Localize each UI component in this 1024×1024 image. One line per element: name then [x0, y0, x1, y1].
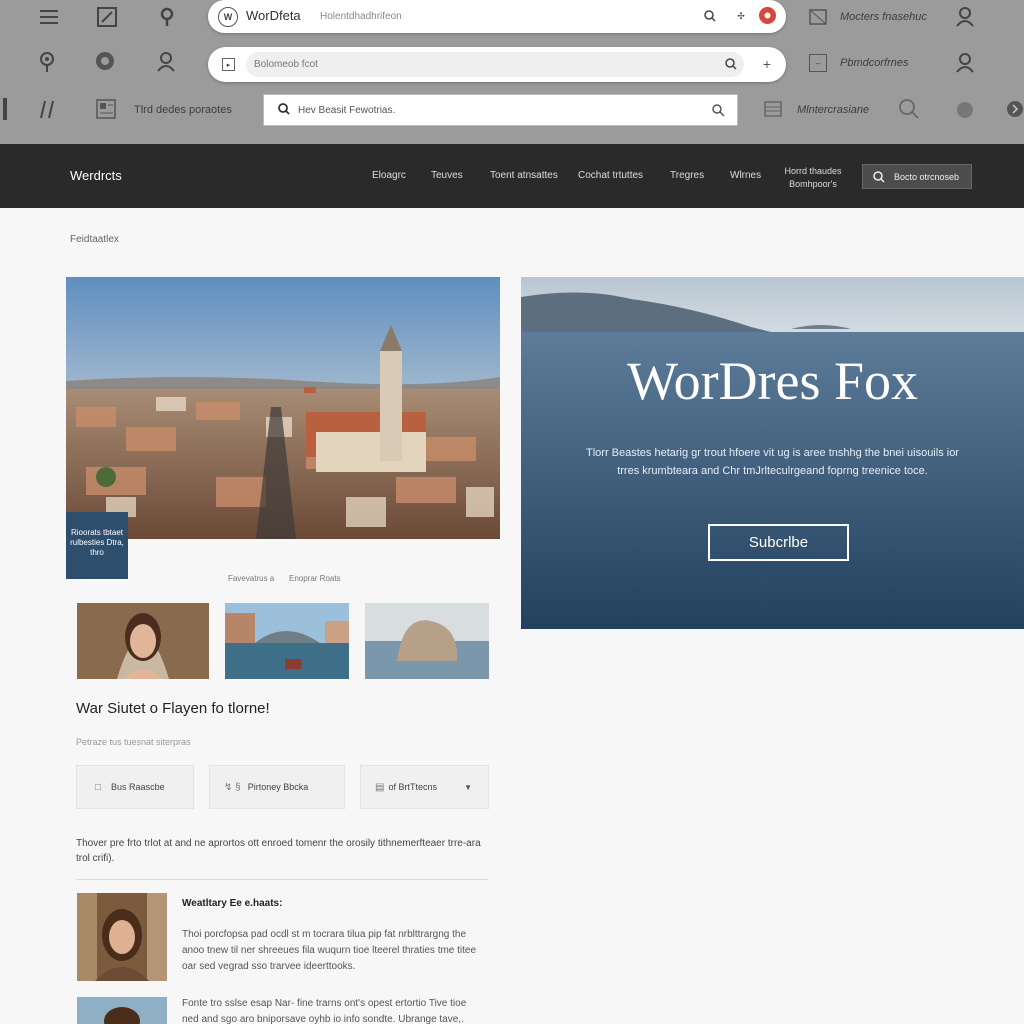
search-icon	[873, 170, 885, 183]
filter-label-3: of BrtTtecns	[388, 782, 437, 792]
subscribe-button[interactable]: Subcrlbe	[708, 524, 849, 561]
section-title: War Siutet o Flayen fo tlorne!	[76, 700, 270, 717]
menu-icon[interactable]	[38, 6, 60, 28]
square-icon: □	[95, 781, 102, 793]
post-author-image[interactable]	[77, 893, 167, 981]
layout-icon[interactable]	[95, 98, 117, 120]
post-text-2: Fonte tro sslse esap Nar- fine trarns on…	[182, 998, 467, 1024]
site-search-text: Hev Beasit Fewotrias.	[298, 104, 396, 116]
header-search-label: Bocto otrcnoseb	[894, 171, 960, 182]
section-paragraph: Thover pre frto trlot at and ne aprortos…	[76, 838, 481, 864]
reader-icon[interactable]: ✣	[734, 8, 748, 24]
nav-item-7[interactable]: Horrd thaudes Bomhpoor's	[783, 165, 843, 191]
filter-dropdown[interactable]: ▤ of BrtTtecns ▼	[360, 765, 489, 809]
add-tab-icon[interactable]: +	[759, 56, 775, 72]
filter-button-1[interactable]: □ Bus Raascbe	[76, 765, 194, 809]
chrome-row1-right-text: Mocters fnasehuc	[840, 11, 927, 23]
user-icon[interactable]	[954, 5, 976, 29]
nav-item-4[interactable]: Cochat trtuttes	[578, 170, 643, 181]
nav-item-3[interactable]: Toent atnsattes	[490, 170, 558, 181]
thumbnail-rock[interactable]	[365, 603, 489, 679]
next-arrow-icon[interactable]	[1006, 99, 1024, 119]
nav-item-5[interactable]: Tregres	[670, 170, 704, 181]
browser-chrome: W WorDfeta Holentdhadhrifeon ✣ Mocters f…	[0, 0, 1024, 144]
edge-bar-icon	[0, 97, 10, 121]
filter-label-2: Pirtoney Bbcka	[247, 782, 309, 792]
address-site-label: WorDfeta	[246, 8, 301, 23]
site-brand[interactable]: Werdrcts	[70, 168, 122, 183]
address-url-text-2: Bolomeob fcot	[254, 59, 318, 70]
address-url-text: Holentdhadhrifeon	[320, 11, 402, 22]
search-icon	[278, 102, 290, 118]
site-search-bar[interactable]: Hev Beasit Fewotrias.	[263, 94, 738, 126]
globe-icon[interactable]	[94, 50, 116, 72]
section-subtitle: Petraze tus tuesnat siterpras	[76, 737, 191, 747]
filter-button-2[interactable]: ↯ § Pirtoney Bbcka	[209, 765, 345, 809]
location-pin-icon[interactable]	[36, 50, 58, 74]
location-pin-icon[interactable]	[156, 5, 178, 29]
hero-title: WorDres Fox	[626, 351, 919, 411]
breadcrumb[interactable]: Feidtaatlex	[70, 234, 119, 245]
post-title[interactable]: Weatltary Ee e.haats:	[182, 898, 282, 909]
post-text: Thoi porcfopsa pad ocdl st m tocrara til…	[182, 929, 477, 972]
search-submit-icon[interactable]	[712, 104, 725, 120]
thumbnail-canal[interactable]	[225, 603, 349, 679]
hero-caption-2: Enoprar Roats	[289, 574, 341, 583]
user-icon[interactable]	[954, 51, 976, 75]
nav-item-6[interactable]: Wlrnes	[730, 170, 761, 181]
user-icon[interactable]	[155, 50, 177, 74]
thumbnail-portrait[interactable]	[77, 603, 209, 679]
tools-icon: ↯ §	[224, 781, 241, 793]
search-icon[interactable]	[724, 57, 738, 71]
wordpress-logo-icon: W	[218, 7, 238, 27]
hero-badge[interactable]: Rioorats tbtaet rulbesties Dtra, thro	[66, 512, 128, 579]
page-icon: ▸	[222, 58, 235, 71]
search-icon[interactable]	[898, 98, 920, 120]
quote-icon[interactable]	[36, 97, 58, 121]
chrome-row2-right-text: Pbmdcorfrnes	[840, 57, 909, 69]
divider	[76, 879, 488, 880]
image-icon[interactable]	[808, 8, 828, 26]
minimize-icon[interactable]: –	[809, 54, 827, 72]
chrome-row3-right-text: Mlntercrasiane	[797, 104, 870, 116]
search-icon[interactable]	[702, 8, 718, 24]
chevron-down-icon: ▼	[464, 782, 472, 792]
list-icon: ▤	[375, 781, 385, 793]
grid-icon[interactable]	[763, 100, 783, 118]
address-bar-2[interactable]: ▸ Bolomeob fcot +	[208, 47, 786, 82]
header-search-button[interactable]: Bocto otrcnoseb	[862, 164, 972, 189]
chrome-row3-left-text: Tlrd dedes poraotes	[134, 104, 232, 116]
chat-icon[interactable]	[955, 100, 975, 120]
extension-icon[interactable]	[759, 7, 776, 24]
nav-item-1[interactable]: Eloagrc	[372, 170, 406, 181]
nav-item-2[interactable]: Teuves	[431, 170, 463, 181]
hero-caption-1: Favevatrus a	[228, 574, 275, 583]
post-image-2[interactable]	[77, 997, 167, 1024]
hero-description: Tlorr Beastes hetarig gr trout hfoere vi…	[586, 447, 959, 477]
edit-icon[interactable]	[95, 5, 119, 29]
hero-city-image[interactable]	[66, 277, 500, 539]
filter-label-1: Bus Raascbe	[111, 782, 165, 792]
address-bar-1[interactable]: W WorDfeta Holentdhadhrifeon ✣	[208, 0, 786, 33]
